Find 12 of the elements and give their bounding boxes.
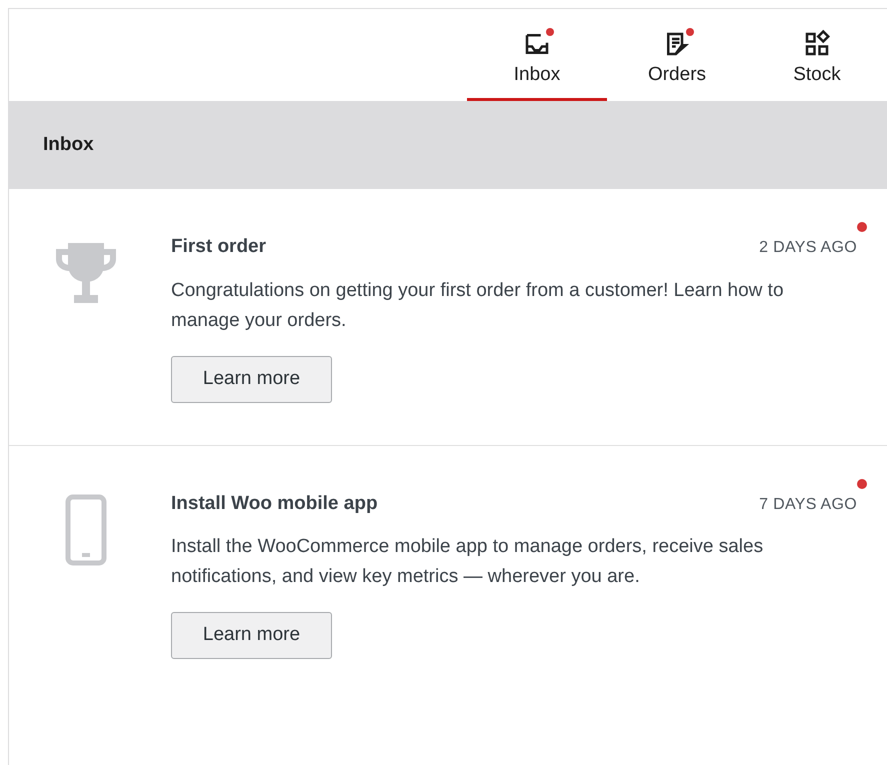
- note-body: Install the WooCommerce mobile app to manage orders, receive sales notifications, and view key metrics — wherever you are.: [171, 535, 764, 589]
- learn-more-button[interactable]: Learn more: [171, 356, 332, 402]
- note-date: 7 DAYS AGO: [759, 494, 857, 514]
- section-heading: Inbox: [43, 132, 94, 157]
- note-title: Install Woo mobile app: [171, 492, 378, 516]
- phone-icon: [65, 494, 107, 566]
- tab[interactable]: Orders: [607, 9, 747, 101]
- note-title: First order: [171, 235, 266, 259]
- note-date: 2 DAYS AGO: [759, 238, 857, 258]
- note-body: Congratulations on getting your first order from a customer! Learn how to manage your orders.: [171, 278, 785, 332]
- learn-more-button[interactable]: Learn more: [171, 612, 332, 659]
- tab[interactable]: Stock: [747, 9, 887, 101]
